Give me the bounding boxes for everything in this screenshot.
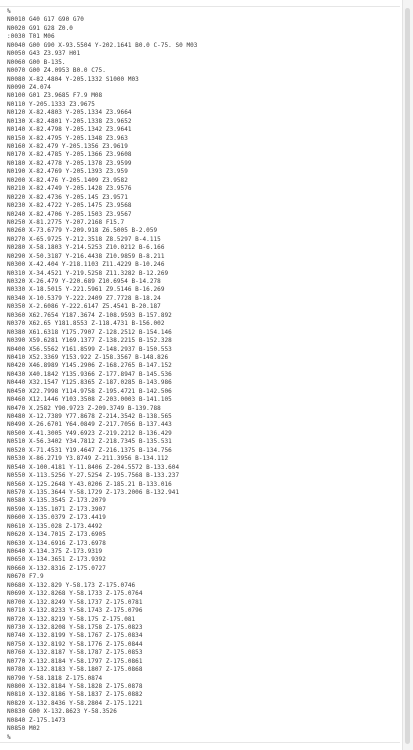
code-line: N0290 X-50.3187 Y-216.4438 Z10.9859 B-8.… [7,252,165,260]
code-line: % [7,733,11,741]
code-line: N0010 G40 G17 G90 G70 [7,16,84,24]
code-line: N0350 X-2.6086 Y-222.6147 Z5.4541 B-20.1… [7,303,161,311]
code-line: :0030 T01 M06 [7,33,55,41]
code-line: N0670 F7.9 [7,573,44,581]
code-line: N0330 X-18.5015 Y-221.5961 Z9.5146 B-16.… [7,286,165,294]
code-line: N0200 X-82.476 Y-205.1409 Z3.9582 [7,176,128,184]
code-line: N0400 X56.5562 Y161.8599 Z-148.2937 B-15… [7,345,172,353]
code-line: N0020 G91 G28 Z0.0 [7,24,73,32]
code-line: N0630 X-134.6916 Z-173.6978 [7,539,106,547]
code-line: N0790 Y-58.1818 Z-175.0874 [7,674,103,682]
code-line: N0100 G01 Z3.9685 F7.9 M08 [7,92,103,100]
code-line: N0570 X-135.3644 Y-58.1729 Z-173.2006 B-… [7,488,180,496]
vertical-scrollbar[interactable] [402,0,413,750]
code-line: N0210 X-82.4749 Y-205.1428 Z3.9576 [7,185,132,193]
code-line: N0140 X-82.4798 Y-205.1342 Z3.9641 [7,126,132,134]
code-line: N0310 X-34.4521 Y-219.5258 Z11.3282 B-12… [7,269,169,277]
code-line: N0390 X59.6281 Y169.1377 Z-138.2215 B-15… [7,337,172,345]
code-line: N0640 X-134.375 Z-173.9319 [7,548,103,555]
code-line: N0190 X-82.4769 Y-205.1393 Z3.959 [7,168,128,176]
code-line: N0300 X-42.404 Y-218.1103 Z11.4229 B-10.… [7,261,165,269]
code-line: N0800 X-132.8184 Y-58.1828 Z-175.0878 [7,683,143,690]
code-line: N0270 X-65.9725 Y-212.3518 Z8.5297 B-4.1… [7,235,161,243]
code-line: N0460 X12.1446 Y103.3508 Z-203.0003 B-14… [7,396,172,404]
code-line: N0050 G43 Z3.937 H01 [7,50,81,58]
scrollbar-thumb[interactable] [405,8,410,744]
code-line: N0150 X-82.4795 Y-205.1348 Z3.963 [7,134,128,142]
code-line: N0830 G00 X-132.8623 Y-58.3526 [7,708,117,716]
code-line: N0500 X-41.3005 Y49.6923 Z-219.2212 B-13… [7,429,172,437]
code-line: N0360 X62.7654 Y187.3674 Z-108.9593 B-15… [7,311,172,319]
code-line: N0430 X40.1842 Y135.9366 Z-177.8947 B-14… [7,370,172,378]
code-line: N0180 X-82.4778 Y-205.1378 Z3.9599 [7,159,132,167]
code-line: N0750 X-132.8192 Y-58.1776 Z-175.0844 [7,640,143,648]
code-line: N0320 X-26.479 Y-220.689 Z10.6954 B-14.2… [7,278,161,285]
document-page: % N0010 G40 G17 G90 G70 N0020 G91 G28 Z0.0… [0,0,413,750]
code-line: N0440 X32.1547 Y125.8365 Z-187.0285 B-14… [7,379,172,387]
code-line: N0120 X-82.4803 Y-205.1334 Z3.9664 [7,109,132,117]
code-line: N0090 Z4.074 [7,83,51,91]
code-line: N0600 X-135.0379 Z-173.4419 [7,514,106,522]
code-line: N0810 X-132.8186 Y-58.1837 Z-175.0882 [7,691,143,699]
code-line: N0220 X-82.4736 Y-205.145 Z3.9571 [7,193,128,201]
code-line: N0770 X-132.8184 Y-58.1797 Z-175.0861 [7,657,143,665]
code-line: N0340 X-10.5379 Y-222.2409 Z7.7728 B-18.… [7,294,161,302]
code-line: N0250 X-81.2775 Y-207.2168 F15.7 [7,218,125,226]
code-line: N0740 X-132.8199 Y-58.1767 Z-175.0834 [7,632,143,640]
code-line: N0680 X-132.829 Y-58.173 Z-175.0746 [7,581,136,589]
top-divider [0,6,400,7]
code-line: N0650 X-134.3651 Z-173.9392 [7,556,106,564]
code-line: N0380 X61.6318 Y175.7907 Z-128.2512 B-15… [7,328,172,336]
code-line: N0450 X22.7998 Y114.9758 Z-195.4721 B-14… [7,387,172,395]
code-line: N0690 X-132.8268 Y-58.1733 Z-175.0764 [7,590,143,598]
code-line: N0560 X-125.2648 Y-43.0206 Z-185.21 B-13… [7,480,172,488]
code-line: N0470 X.2582 Y90.9723 Z-209.3749 B-139.7… [7,404,161,412]
code-line: N0520 X-71.4531 Y19.4647 Z-216.1375 B-13… [7,446,172,454]
code-line: N0080 X-82.4804 Y-205.1332 S1000 M03 [7,75,139,83]
code-line: N0710 X-132.8233 Y-58.1743 Z-175.0796 [7,607,143,615]
code-line: N0170 X-82.4785 Y-205.1366 Z3.9608 [7,151,132,159]
code-line: N0260 X-73.6779 Y-209.918 Z6.5005 B-2.05… [7,227,158,235]
code-line: N0760 X-132.8187 Y-58.1787 Z-175.0853 [7,649,143,657]
code-line: N0610 X-135.028 Z-173.4492 [7,522,103,530]
code-line: N0420 X46.8989 Y145.2906 Z-168.2765 B-14… [7,362,172,370]
code-line: N0480 X-12.7389 Y77.8678 Z-214.3542 B-13… [7,413,172,420]
gcode-listing: % N0010 G40 G17 G90 G70 N0020 G91 G28 Z0.0… [7,8,197,742]
code-line: N0660 X-132.8316 Z-175.0727 [7,564,106,572]
bottom-divider [0,742,400,743]
code-line: N0410 X52.3369 Y153.922 Z-158.3567 B-148… [7,353,169,361]
code-line: N0590 X-135.1071 Z-173.3907 [7,505,106,513]
code-line: N0580 X-135.3545 Z-173.2079 [7,497,106,505]
code-line: % [7,8,11,15]
code-line: N0820 X-132.8436 Y-58.2804 Z-175.1221 [7,699,143,707]
code-line: N0160 X-82.479 Y-205.1356 Z3.9619 [7,143,128,150]
code-line: N0850 M02 [7,725,40,733]
code-line: N0550 X-113.5256 Y-27.5254 Z-195.7568 B-… [7,472,180,480]
code-line: N0720 X-132.8219 Y-58.175 Z-175.081 [7,615,136,623]
code-line: N0110 Y-205.1333 Z3.9675 [7,100,95,108]
code-line: N0070 G00 Z4.0953 B0.0 C75. [7,67,106,75]
code-line: N0840 Z-175.1473 [7,716,66,724]
code-line: N0540 X-100.4181 Y-11.8406 Z-204.5572 B-… [7,463,180,471]
code-line: N0490 X-26.6701 Y64.0849 Z-217.7056 B-13… [7,421,172,429]
code-line: N0280 X-58.1803 Y-214.5253 Z10.0212 B-6.… [7,244,165,252]
code-line: N0620 X-134.7015 Z-173.6905 [7,531,106,539]
code-line: N0130 X-82.4801 Y-205.1338 Z3.9652 [7,117,132,125]
code-line: N0780 X-132.8183 Y-58.1807 Z-175.0868 [7,666,143,674]
code-line: N0730 X-132.8208 Y-58.1758 Z-175.0823 [7,623,143,631]
code-line: N0370 X62.65 Y181.8553 Z-118.4731 B-156.… [7,320,165,328]
code-line: N0530 X-86.2719 Y3.8749 Z-211.3956 B-134… [7,455,169,463]
code-line: N0510 X-56.3402 Y34.7812 Z-218.7345 B-13… [7,438,172,446]
code-line: N0060 G00 B-135. [7,58,66,66]
code-line: N0040 G00 G90 X-93.5504 Y-202.1641 B0.0 … [7,41,198,49]
code-line: N0230 X-82.4722 Y-205.1475 Z3.9568 [7,202,132,210]
code-line: N0700 X-132.8249 Y-58.1737 Z-175.0781 [7,598,143,606]
code-line: N0240 X-82.4706 Y-205.1503 Z3.9567 [7,210,132,218]
